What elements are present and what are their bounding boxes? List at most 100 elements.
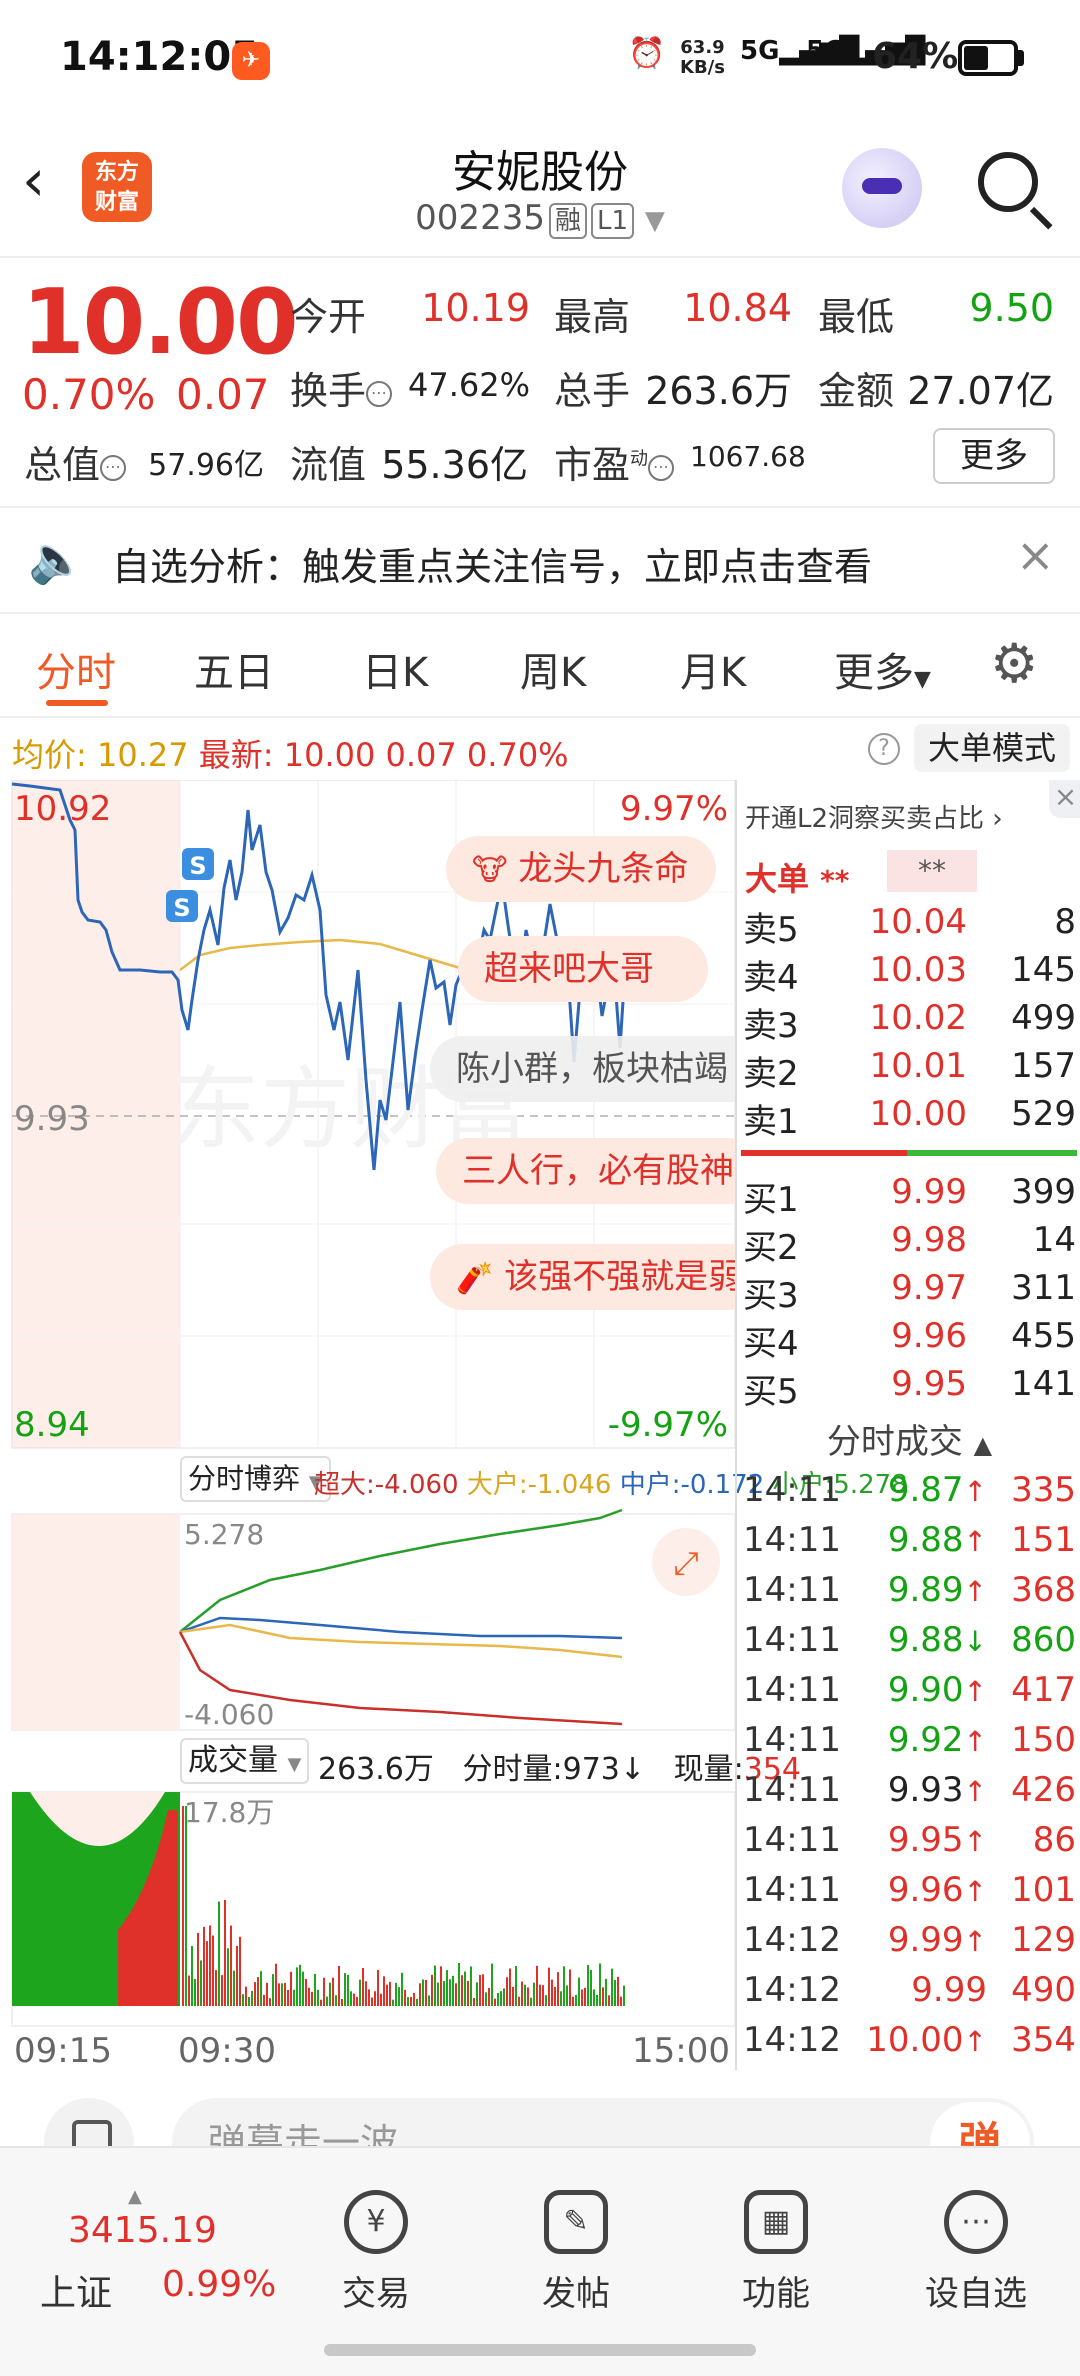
volume-bar [485,1992,487,2006]
nav-add-watchlist[interactable]: ⋯ 设自选 [916,2190,1036,2315]
volume-bar [500,1991,502,2006]
volume-bar [362,1967,364,2006]
bid-volume: 14 [1032,1220,1076,1260]
ask-volume: 499 [1011,998,1076,1038]
search-icon[interactable] [978,152,1038,212]
expand-icon[interactable]: ⤢ [673,1544,699,1582]
banner-text[interactable]: 自选分析：触发重点关注信号，立即点击查看 [112,536,872,591]
info-dots-icon[interactable]: ⋯ [366,380,393,407]
volume-bar [413,1992,415,2006]
tick-row: 14:11 9.87↑ 335 [737,1470,1080,1520]
divider [0,612,1080,614]
status-time: 14:12:05 [60,34,259,80]
volume-bar [578,1977,580,2006]
tick-price: 9.99 [887,1920,964,1960]
volume-bar [371,1997,373,2006]
index-value[interactable]: 3415.19 [68,2210,217,2251]
volume-label: 总手 [554,369,631,413]
tab-daily-k[interactable]: 日K [362,640,428,698]
change-amount: 0.07 [176,370,270,419]
more-button[interactable]: 更多 [933,428,1055,484]
volume-bar [440,1966,442,2006]
nav-post[interactable]: ✎ 发帖 [516,2190,636,2315]
ask-level: 卖4 [743,958,799,998]
volume-bar [245,1986,247,2006]
volume-bar [449,1979,451,2006]
volume-bar [434,1965,436,2006]
flow-big: 大户:-1.046 [466,1470,612,1500]
danmaku-bubble[interactable]: 陈小群，板块枯竭 [430,1036,735,1102]
l2-upsell-link[interactable]: 开通L2洞察买卖占比 › [745,798,1003,835]
tick-direction: ↑ [963,1725,987,1758]
volume-bar [275,1963,277,2006]
close-icon[interactable]: × [1049,780,1080,818]
close-icon[interactable]: × [1016,528,1055,582]
tab-monthly-k[interactable]: 月K [680,640,746,698]
open-label: 今开 [290,295,367,339]
volume-bar [368,1989,370,2006]
volume-bar [467,1980,469,2006]
float-value: 55.36亿 [381,443,528,487]
flow-selector[interactable]: 分时博弈 ▼ [180,1456,331,1502]
bid-price: 9.98 [891,1220,967,1260]
tick-price-wrap: 9.93↑ [847,1770,987,1810]
volume-bar [530,1997,532,2006]
danmaku-text: 陈小群，板块枯竭 [456,1049,728,1089]
big-order-mode-button[interactable]: 大单模式 [914,724,1070,772]
bid-row: 买1 9.99 399 [737,1172,1080,1220]
assistant-robot-icon[interactable] [842,148,922,228]
volume-bar [203,1926,205,2006]
tab-intraday[interactable]: 分时 [36,640,116,698]
tick-volume: 150 [1011,1720,1076,1760]
volume-bar [443,1981,445,2006]
tab-five-day[interactable]: 五日 [194,640,274,698]
volume-bar [344,1973,346,2006]
latest-change: 0.07 [385,736,457,774]
tick-price: 9.89 [887,1570,964,1610]
ticks-header[interactable]: 分时成交 ▲ [737,1414,1080,1463]
volume-bar [353,1993,355,2006]
low-value: 9.50 [969,286,1054,330]
volume-selector[interactable]: 成交量 ▼ [180,1738,310,1784]
volume-bar [596,1994,598,2006]
danmaku-bubble[interactable]: 超来吧大哥 [458,936,708,1002]
volume-bar [533,1982,535,2006]
help-icon[interactable]: ? [868,733,900,765]
danmaku-bubble[interactable]: 🧨 该强不强就是弱 [430,1244,735,1310]
volume-bar [425,1979,427,2006]
tick-volume: 129 [1011,1920,1076,1960]
volume-bar [506,1977,508,2006]
nav-trade[interactable]: ¥ 交易 [316,2190,436,2315]
volume-bar [224,1899,226,2006]
tick-volume: 335 [1011,1470,1076,1510]
intraday-chart[interactable]: 东方财富 10.92 9.97% 9.93 8.94 -9.97% S S 5.… [0,779,908,2071]
danmaku-text: 该强不强就是弱 [504,1257,735,1297]
bid-row: 买4 9.96 455 [737,1316,1080,1364]
bid-price: 9.99 [891,1172,967,1212]
tick-price-wrap: 9.95↑ [847,1820,987,1860]
ask-volume: 529 [1011,1094,1076,1134]
tick-price-wrap: 9.99 [847,1970,987,2010]
bid-row: 买3 9.97 311 [737,1268,1080,1316]
volume-bar [185,1806,187,2006]
info-dots-icon[interactable]: ⋯ [100,454,127,481]
nav-functions[interactable]: ▦ 功能 [716,2190,836,2315]
tick-volume: 368 [1011,1570,1076,1610]
volume-bar [503,1988,505,2006]
mktcap-label: 总值 ⋯ [24,434,127,489]
level-tag: L1 [590,203,635,239]
info-dots-icon[interactable]: ⋯ [648,454,675,481]
volume-bar [581,1989,583,2006]
danmaku-bubble[interactable]: 三人行，必有股神 [436,1138,735,1204]
bid-price: 9.95 [891,1364,967,1404]
tab-weekly-k[interactable]: 周K [520,640,586,698]
gear-icon[interactable]: ⚙ [990,632,1038,695]
ask-price: 10.00 [869,1094,967,1134]
volume-bar [416,1998,418,2006]
dropdown-icon: ▼ [644,206,665,236]
tab-more[interactable]: 更多▼ [834,640,931,698]
danmaku-bubble[interactable]: 🐮 龙头九条命 [446,836,716,902]
index-name[interactable]: 上证 [40,2264,112,2316]
volume-bar [332,1977,334,2006]
volume-values: 263.6万 分时量:973↓ 现量:354 [318,1744,801,1788]
